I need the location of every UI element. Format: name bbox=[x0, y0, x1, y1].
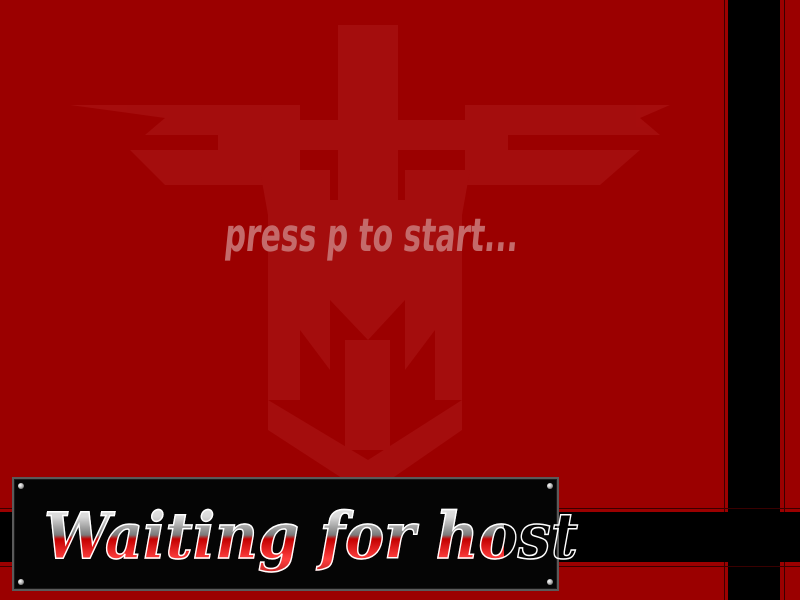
vertical-frame-bar bbox=[728, 0, 780, 600]
status-banner: Waiting for host bbox=[12, 477, 579, 591]
status-banner-label: Waiting for host bbox=[43, 487, 578, 587]
rivet-icon bbox=[18, 579, 24, 585]
frame-line bbox=[724, 0, 725, 600]
frame-line bbox=[784, 0, 785, 600]
start-prompt: press p to start... bbox=[222, 208, 522, 262]
rivet-icon bbox=[18, 483, 24, 489]
game-screen: press p to start... Waiting for host bbox=[0, 0, 800, 600]
rivet-icon bbox=[547, 483, 553, 489]
rivet-icon bbox=[547, 579, 553, 585]
